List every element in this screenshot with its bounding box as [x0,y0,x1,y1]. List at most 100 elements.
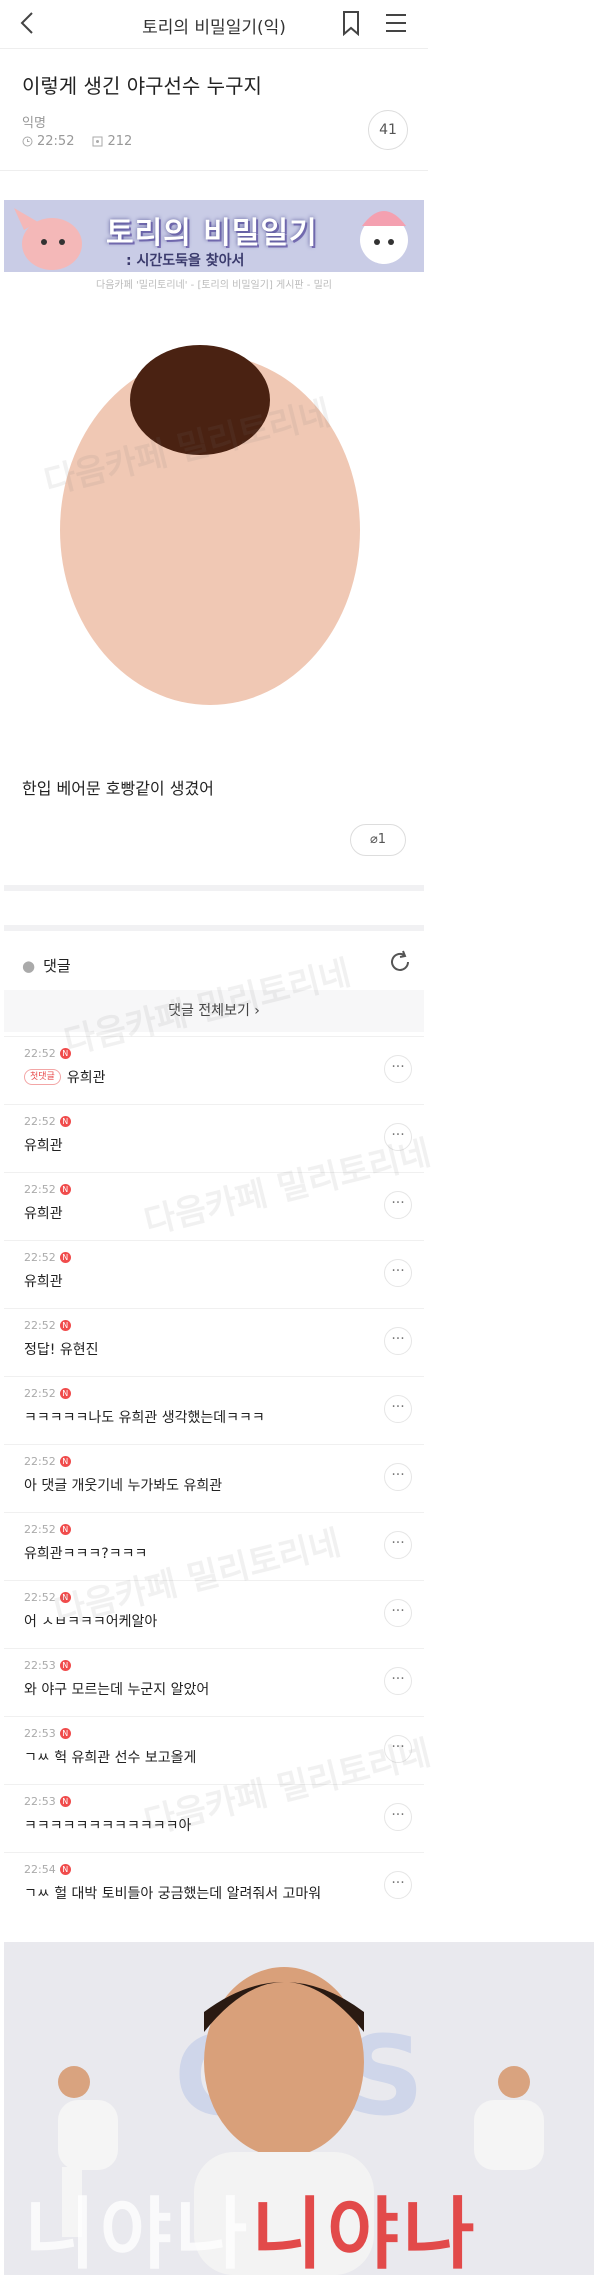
comment-time: 22:52 [24,1115,56,1128]
comment-time-row: 22:52 N [24,1591,71,1604]
more-options-button[interactable]: ··· [384,1123,412,1151]
comment-item: 22:53 N 와 야구 모르는데 누군지 알았어 ··· [4,1648,424,1717]
drawing-image [60,345,360,705]
view-all-label: 댓글 전체보기 [168,1003,250,1019]
comment-time: 22:52 [24,1251,56,1264]
bookmark-icon[interactable] [340,10,362,36]
comment-body: 유희관 [24,1135,63,1155]
photo-caption-right: 니야나 [251,2190,479,2275]
comment-text: 어 ㅅㅂㅋㅋㅋ어케알아 [24,1614,158,1630]
more-options-button[interactable]: ··· [384,1463,412,1491]
comment-time: 22:52 [24,1591,56,1604]
new-icon: N [59,1116,71,1127]
comment-body: 아 댓글 개웃기네 누가봐도 유희관 [24,1475,222,1495]
comment-count-button[interactable]: 41 [368,110,408,150]
menu-icon[interactable] [384,12,408,34]
attachment-button[interactable]: ⌀1 [350,824,406,856]
comment-body: ㅋㅋㅋㅋㅋ나도 유희관 생각했는데ㅋㅋㅋ [24,1407,265,1427]
new-icon: N [59,1388,71,1399]
comment-text: ㄱㅆ 헐 대박 토비들아 궁금했는데 알려줘서 고마워 [24,1886,322,1902]
comment-time: 22:52 [24,1047,56,1060]
more-options-button[interactable]: ··· [384,1191,412,1219]
comment-body: 첫댓글 유희관 [24,1067,105,1087]
more-options-button[interactable]: ··· [384,1599,412,1627]
paperclip-icon: ⌀ [369,832,378,847]
comment-body: ㄱㅆ 헐 대박 토비들아 궁금했는데 알려줘서 고마워 [24,1883,321,1903]
comment-time-row: 22:52 N [24,1183,71,1196]
comment-body: 유희관 [24,1203,63,1223]
comment-text: 유희관 [66,1070,106,1086]
comment-item: 22:52 N 유희관 ··· [4,1104,424,1173]
comment-time: 22:53 [24,1727,56,1740]
photo-caption: 니야나니야나 [24,2172,479,2275]
more-options-button[interactable]: ··· [384,1055,412,1083]
section-divider [4,885,424,891]
new-icon: N [59,1184,71,1195]
cafe-board-title: 토리의 비밀일기(익) [142,18,286,38]
comment-item: 22:53 N ㄱㅆ 헉 유희관 선수 보고올게 ··· [4,1716,424,1785]
new-icon: N [59,1864,71,1875]
section-divider [4,925,424,931]
comment-item: 22:52 N 유희관 ··· [4,1172,424,1241]
chevron-right-icon: › [254,1003,260,1019]
new-icon: N [59,1796,71,1807]
refresh-icon[interactable] [388,950,412,974]
board-banner: 토리의 비밀일기 : 시간도둑을 찾아서 [4,200,424,272]
post-views: 212 [107,134,133,149]
more-options-button[interactable]: ··· [384,1327,412,1355]
comment-body: 어 ㅅㅂㅋㅋㅋ어케알아 [24,1611,157,1631]
comment-text: ㄱㅆ 헉 유희관 선수 보고올게 [24,1750,197,1766]
comment-body: 정답! 유현진 [24,1339,98,1359]
comment-text: 아 댓글 개웃기네 누가봐도 유희관 [24,1478,223,1494]
first-comment-badge: 첫댓글 [24,1069,61,1085]
comment-body: 유희관 [24,1271,63,1291]
comment-time: 22:52 [24,1319,56,1332]
new-icon: N [59,1320,71,1331]
comment-item: 22:52 N 유희관ㅋㅋㅋ?ㅋㅋㅋ ··· [4,1512,424,1581]
top-bar: 토리의 비밀일기(익) [0,0,428,49]
comment-time: 22:54 [24,1863,56,1876]
divider [0,170,428,171]
comment-time: 22:53 [24,1659,56,1672]
comment-time-row: 22:52 N [24,1319,71,1332]
banner-subtitle: : 시간도둑을 찾아서 [126,253,245,269]
pink-character-left [14,208,82,270]
view-all-comments-button[interactable]: 댓글 전체보기 › [4,990,424,1032]
attachment-count: 1 [377,832,387,847]
clock-icon [22,136,33,147]
post-body-text: 한입 베어문 호빵같이 생겼어 [22,779,214,798]
comment-item: 22:52 N 아 댓글 개웃기네 누가봐도 유희관 ··· [4,1444,424,1513]
comment-time-row: 22:53 N [24,1795,71,1808]
comment-body: ㅋㅋㅋㅋㅋㅋㅋㅋㅋㅋㅋㅋ아 [24,1815,191,1835]
comment-bubble-icon: ● [22,956,36,975]
comment-text: ㅋㅋㅋㅋㅋ나도 유희관 생각했는데ㅋㅋㅋ [24,1410,265,1426]
comment-body: 유희관ㅋㅋㅋ?ㅋㅋㅋ [24,1543,147,1563]
comment-item: 22:52 N 정답! 유현진 ··· [4,1308,424,1377]
more-options-button[interactable]: ··· [384,1803,412,1831]
more-options-button[interactable]: ··· [384,1531,412,1559]
comment-text: ㅋㅋㅋㅋㅋㅋㅋㅋㅋㅋㅋㅋ아 [24,1818,192,1834]
more-options-button[interactable]: ··· [384,1395,412,1423]
comment-text: 유희관 [24,1274,63,1290]
more-options-button[interactable]: ··· [384,1259,412,1287]
comment-item: 22:54 N ㄱㅆ 헐 대박 토비들아 궁금했는데 알려줘서 고마워 ··· [4,1852,424,1921]
new-icon: N [59,1592,71,1603]
photo-caption-left: 니야나 [24,2190,252,2275]
new-icon: N [59,1660,71,1671]
new-icon: N [59,1252,71,1263]
new-icon: N [59,1048,71,1059]
more-options-button[interactable]: ··· [384,1667,412,1695]
comment-text: 유희관 [24,1206,63,1222]
comment-body: ㄱㅆ 헉 유희관 선수 보고올게 [24,1747,196,1767]
comment-time-row: 22:53 N [24,1659,71,1672]
new-icon: N [59,1728,71,1739]
comment-time: 22:52 [24,1523,56,1536]
player-photo: CGS 니야나니야나 [4,1942,594,2275]
new-icon: N [59,1456,71,1467]
comment-time: 22:52 [24,1183,56,1196]
comment-item: 22:52 N 어 ㅅㅂㅋㅋㅋ어케알아 ··· [4,1580,424,1649]
views-icon [92,136,103,147]
banner-title: 토리의 비밀일기 [106,216,318,251]
more-options-button[interactable]: ··· [384,1871,412,1899]
more-options-button[interactable]: ··· [384,1735,412,1763]
